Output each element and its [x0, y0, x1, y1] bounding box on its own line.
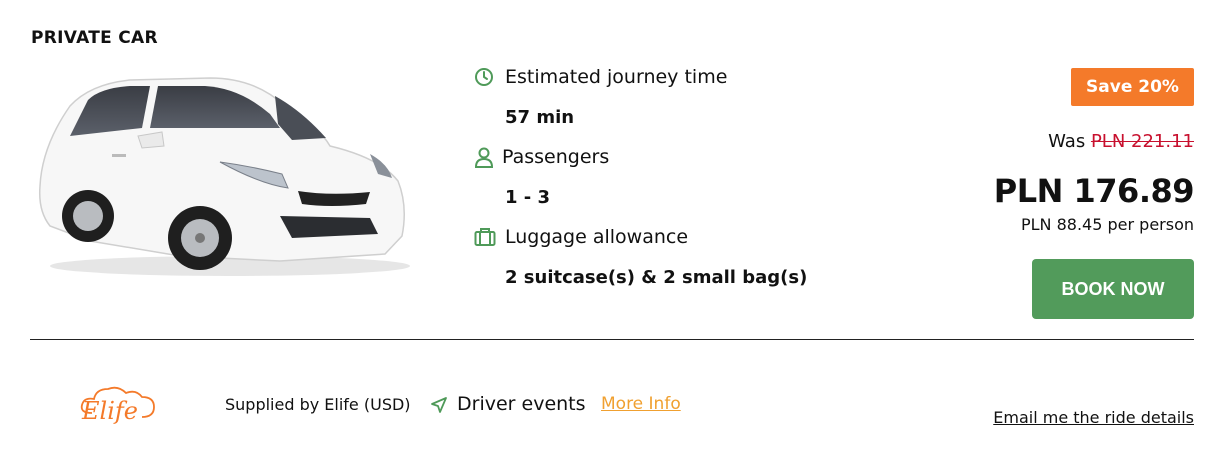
clock-icon	[474, 67, 494, 91]
supplier-text: Supplied by Elife (USD)	[225, 395, 411, 414]
journey-time-label: Estimated journey time	[505, 66, 728, 88]
listing-title: PRIVATE CAR	[31, 28, 158, 48]
luggage-label: Luggage allowance	[505, 226, 689, 248]
was-price: Was PLN 221.11	[1048, 131, 1194, 152]
was-label: Was	[1048, 131, 1086, 152]
driver-events-label: Driver events	[457, 393, 586, 415]
journey-time-value: 57 min	[505, 107, 575, 128]
supplier-logo: Elife	[80, 386, 155, 425]
navigation-arrow-icon	[430, 396, 448, 418]
email-ride-details-link[interactable]: Email me the ride details	[993, 408, 1194, 427]
divider	[30, 339, 1194, 340]
passengers-value: 1 - 3	[505, 187, 551, 208]
person-icon	[474, 147, 494, 173]
save-badge: Save 20%	[1071, 68, 1194, 106]
supplier-logo-text: Elife	[81, 397, 138, 425]
more-info-link[interactable]: More Info	[601, 394, 681, 414]
old-price: PLN 221.11	[1090, 131, 1194, 152]
book-now-button[interactable]: BOOK NOW	[1032, 259, 1194, 319]
car-image	[38, 77, 410, 276]
luggage-value: 2 suitcase(s) & 2 small bag(s)	[505, 267, 808, 288]
luggage-icon	[474, 227, 496, 251]
price-per-person: PLN 88.45 per person	[1020, 215, 1194, 234]
passengers-label: Passengers	[502, 146, 610, 168]
current-price: PLN 176.89	[993, 172, 1195, 210]
